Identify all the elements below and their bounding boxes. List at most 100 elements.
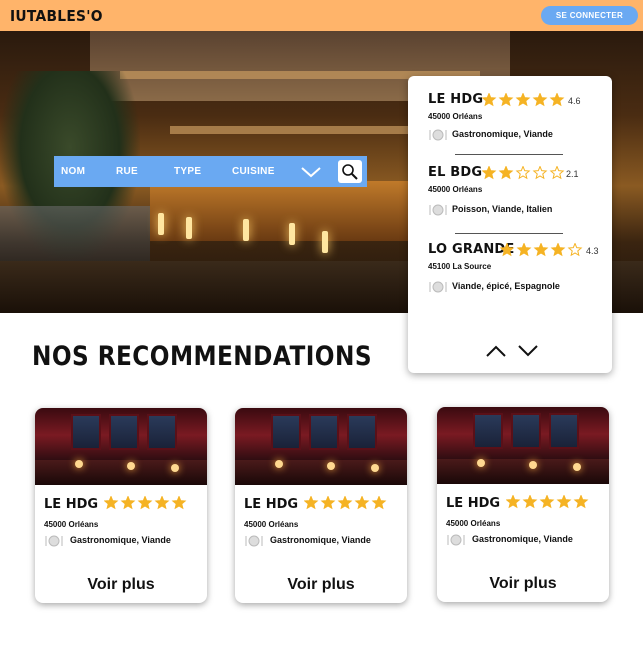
search-field-street[interactable]: RUE [116, 166, 138, 177]
restaurant-city: 45000 Orléans [428, 185, 483, 194]
section-title: NOS RECOMMENDATIONS [32, 341, 373, 372]
pagination-arrows [485, 344, 539, 363]
rating-value: 4.3 [586, 246, 599, 256]
hero-beam [170, 126, 430, 134]
photo-candle [75, 460, 83, 468]
star-filled-icon [573, 495, 589, 509]
restaurant-tags: Gastronomique, Viande [446, 533, 573, 546]
recommendation-card[interactable]: LE HDG 45000 Orléans Gastronomique, Vian… [437, 407, 609, 602]
divider [455, 233, 563, 234]
restaurant-photo [35, 408, 207, 485]
star-filled-icon [549, 93, 565, 107]
star-filled-icon [337, 496, 353, 510]
see-more-button[interactable]: Voir plus [235, 576, 407, 594]
star-filled-icon [104, 496, 119, 510]
hero-light [243, 219, 249, 241]
restaurant-tags: Poisson, Viande, Italien [428, 203, 552, 216]
hero-bar-counter [150, 181, 450, 241]
search-field-type[interactable]: TYPE [174, 166, 201, 177]
restaurant-tags-text: Gastronomique, Viande [270, 534, 371, 545]
restaurant-city: 45000 Orléans [44, 520, 99, 529]
login-button[interactable]: SE CONNECTER [541, 6, 638, 25]
star-filled-icon [532, 93, 548, 107]
photo-tables [35, 460, 207, 485]
see-more-button[interactable]: Voir plus [437, 575, 609, 593]
star-filled-icon [154, 496, 170, 510]
see-more-button[interactable]: Voir plus [35, 576, 207, 594]
star-empty-icon [532, 166, 548, 180]
star-filled-icon [137, 496, 153, 510]
photo-candle [275, 460, 283, 468]
rating-value: 4.6 [568, 96, 581, 106]
restaurant-city: 45000 Orléans [428, 112, 483, 121]
photo-candle [327, 462, 335, 470]
rating-stars [482, 93, 565, 107]
result-item[interactable]: LO GRANDE 4.3 45100 La Source Viande, ép… [428, 242, 599, 293]
star-empty-icon [567, 243, 583, 257]
star-filled-icon [354, 496, 370, 510]
photo-candle [171, 464, 179, 472]
restaurant-photo [235, 408, 407, 485]
restaurant-tags-text: Gastronomique, Viande [472, 533, 573, 544]
hero-glass-wall [0, 206, 150, 266]
photo-window [309, 414, 339, 450]
star-filled-icon [556, 495, 572, 509]
result-item[interactable]: LE HDG 4.6 45000 Orléans Gastronomique, … [428, 92, 581, 141]
hero-light [289, 223, 295, 245]
restaurant-tags-text: Gastronomique, Viande [452, 128, 553, 139]
star-filled-icon [515, 93, 531, 107]
search-icon [342, 164, 358, 180]
rating-stars [500, 243, 583, 257]
star-filled-icon [120, 496, 136, 510]
photo-candle [529, 461, 537, 469]
photo-window [549, 413, 579, 449]
chevron-up-icon[interactable] [485, 344, 507, 358]
result-item[interactable]: EL BDG 2.1 45000 Orléans Poisson, Viande… [428, 165, 579, 216]
recommendation-card[interactable]: LE HDG 45000 Orléans Gastronomique, Vian… [235, 408, 407, 603]
rating-stars [482, 166, 565, 180]
search-field-cuisine[interactable]: CUISINE [232, 166, 275, 177]
restaurant-name: LE HDG [244, 497, 299, 512]
photo-tables [437, 459, 609, 484]
star-filled-icon [482, 166, 497, 180]
photo-window [347, 414, 377, 450]
star-filled-icon [550, 243, 566, 257]
chevron-down-icon[interactable] [300, 165, 322, 179]
star-empty-icon [549, 166, 565, 180]
divider [455, 154, 563, 155]
restaurant-name: LE HDG [446, 496, 501, 511]
photo-window [271, 414, 301, 450]
restaurant-city: 45000 Orléans [446, 519, 501, 528]
restaurant-tags: Gastronomique, Viande [244, 534, 371, 547]
site-logo[interactable]: IUTABLES'O [10, 7, 103, 25]
star-filled-icon [171, 496, 187, 510]
photo-candle [573, 463, 581, 471]
star-filled-icon [304, 496, 319, 510]
rating-stars [506, 495, 589, 509]
star-filled-icon [371, 496, 387, 510]
hero-light [186, 217, 192, 239]
star-filled-icon [539, 495, 555, 509]
plate-icon [45, 535, 63, 547]
recommendation-card[interactable]: LE HDG 45000 Orléans Gastronomique, Vian… [35, 408, 207, 603]
photo-candle [371, 464, 379, 472]
restaurant-photo [437, 407, 609, 484]
restaurant-city: 45000 Orléans [244, 520, 299, 529]
rating-stars [104, 496, 187, 510]
rating-value: 2.1 [566, 169, 579, 179]
restaurant-tags-text: Poisson, Viande, Italien [452, 203, 553, 214]
star-filled-icon [516, 243, 532, 257]
search-button[interactable] [338, 160, 362, 183]
rating-stars [304, 496, 387, 510]
search-field-name[interactable]: NOM [61, 166, 85, 177]
restaurant-tags: Gastronomique, Viande [44, 534, 171, 547]
hero-light [158, 213, 164, 235]
photo-window [71, 414, 101, 450]
chevron-down-icon[interactable] [517, 344, 539, 358]
top-bar: IUTABLES'O SE CONNECTER [0, 0, 643, 31]
star-filled-icon [482, 93, 497, 107]
star-filled-icon [320, 496, 336, 510]
star-filled-icon [522, 495, 538, 509]
plate-icon [245, 535, 263, 547]
restaurant-tags: Gastronomique, Viande [428, 128, 553, 141]
